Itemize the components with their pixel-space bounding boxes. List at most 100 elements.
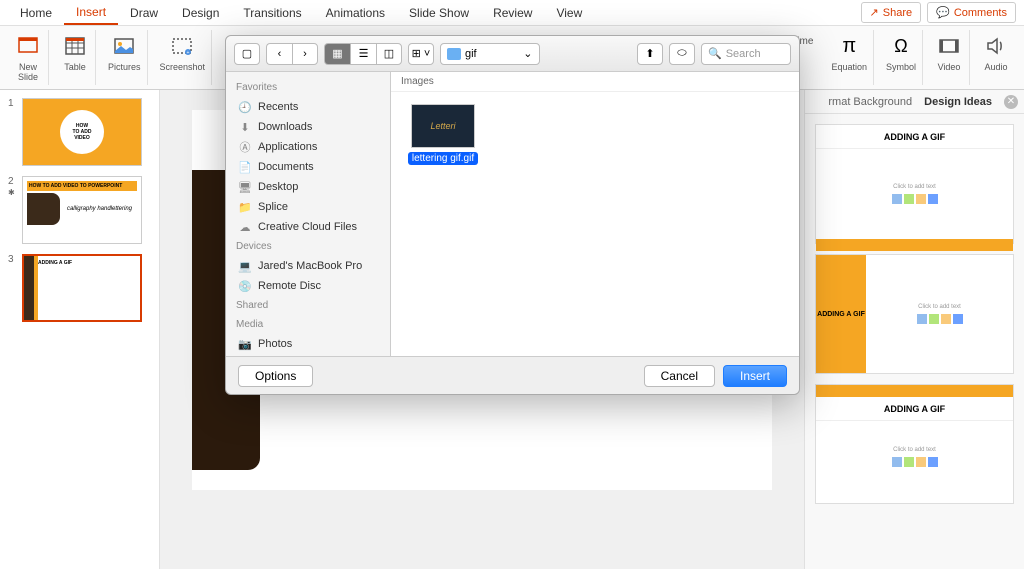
folder-icon — [447, 48, 461, 60]
download-icon: ⬇ — [238, 120, 252, 134]
view-list-button[interactable]: ☰ — [350, 43, 376, 65]
share-button[interactable]: ↗ Share — [861, 2, 922, 23]
slide-number-2: 2✱ — [8, 176, 22, 244]
ribbon-symbol[interactable]: Ω Symbol — [880, 30, 923, 85]
forward-button[interactable]: › — [292, 43, 318, 65]
action-button-1[interactable]: ⬆ — [637, 43, 663, 65]
sidebar-toggle-button[interactable]: ▢ — [234, 43, 260, 65]
laptop-icon: 💻 — [238, 259, 252, 273]
applications-icon: Ⓐ — [238, 140, 252, 154]
sidebar-applications-label: Applications — [258, 141, 317, 153]
menu-animations[interactable]: Animations — [314, 2, 397, 24]
pictures-label: Pictures — [108, 62, 141, 72]
documents-icon: 📄 — [238, 160, 252, 174]
table-icon — [61, 32, 89, 60]
sidebar-item-photos[interactable]: 📷Photos — [226, 334, 390, 354]
action-button-2[interactable]: ⬭ — [669, 43, 695, 65]
screenshot-icon: + — [168, 32, 196, 60]
tab-format-background[interactable]: rmat Background — [828, 96, 912, 108]
comments-button[interactable]: 💬 Comments — [927, 2, 1016, 23]
sidebar-item-desktop[interactable]: 🖥Desktop — [226, 177, 390, 197]
sidebar-remote-disc-label: Remote Disc — [258, 280, 321, 292]
back-button[interactable]: ‹ — [266, 43, 292, 65]
menu-transitions[interactable]: Transitions — [231, 2, 313, 24]
equation-icon: π — [835, 32, 863, 60]
file-picker-dialog: ▢ ‹ › ▦ ☰ ◫ ⊞ ˅ gif ⌄ ⬆ ⬭ 🔍 Search Favor… — [225, 35, 800, 395]
insert-button[interactable]: Insert — [723, 365, 787, 387]
favorites-section-label: Favorites — [226, 78, 390, 97]
pictures-icon — [110, 32, 138, 60]
slide-thumb-1[interactable]: HOW TO ADD VIDEO — [22, 98, 142, 166]
dialog-toolbar: ▢ ‹ › ▦ ☰ ◫ ⊞ ˅ gif ⌄ ⬆ ⬭ 🔍 Search — [226, 36, 799, 72]
menu-bar: Home Insert Draw Design Transitions Anim… — [0, 0, 1024, 26]
menu-draw[interactable]: Draw — [118, 2, 170, 24]
suggestion-1-placeholder: Click to add text — [893, 184, 936, 190]
file-item-lettering-gif[interactable]: Letteri lettering gif.gif — [403, 104, 483, 165]
path-label: gif — [465, 48, 477, 60]
tab-design-ideas[interactable]: Design Ideas — [924, 96, 992, 108]
menu-slideshow[interactable]: Slide Show — [397, 2, 481, 24]
sidebar-item-downloads[interactable]: ⬇Downloads — [226, 117, 390, 137]
sidebar-item-applications[interactable]: Ⓐ Applications — [226, 137, 390, 157]
slide-thumb-2[interactable]: HOW TO ADD VIDEO TO POWERPOINT calligrap… — [22, 176, 142, 244]
comment-icon: 💬 — [936, 6, 950, 19]
menu-insert[interactable]: Insert — [64, 1, 118, 25]
menu-review[interactable]: Review — [481, 2, 544, 24]
close-panel-button[interactable]: ✕ — [1004, 95, 1018, 109]
table-label: Table — [64, 62, 86, 72]
ribbon-table[interactable]: Table — [55, 30, 96, 85]
menu-home[interactable]: Home — [8, 2, 64, 24]
search-placeholder: Search — [726, 48, 761, 60]
group-button[interactable]: ⊞ ˅ — [408, 43, 434, 65]
symbol-icon: Ω — [887, 32, 915, 60]
ribbon-audio[interactable]: Audio — [976, 30, 1016, 85]
dialog-sidebar: Favorites 🕘Recents ⬇Downloads Ⓐ Applicati… — [226, 72, 391, 356]
desktop-icon: 🖥 — [238, 180, 252, 194]
path-dropdown[interactable]: gif ⌄ — [440, 43, 540, 65]
sidebar-recents-label: Recents — [258, 101, 298, 113]
sidebar-item-splice[interactable]: 📁Splice — [226, 197, 390, 217]
ribbon-pictures[interactable]: Pictures — [102, 30, 148, 85]
file-name-label: lettering gif.gif — [408, 152, 478, 165]
search-field[interactable]: 🔍 Search — [701, 43, 791, 65]
menu-design[interactable]: Design — [170, 2, 231, 24]
sidebar-item-macbook[interactable]: 💻 Jared's MacBook Pro — [226, 256, 390, 276]
design-suggestion-2[interactable]: ADDING A GIF Click to add text — [815, 254, 1014, 374]
sidebar-cc-label: Creative Cloud Files — [258, 221, 357, 233]
sidebar-photos-label: Photos — [258, 338, 292, 350]
suggestion-3-placeholder: Click to add text — [893, 447, 936, 453]
slide-3-title: ADDING A GIF — [24, 256, 140, 270]
menu-view[interactable]: View — [544, 2, 594, 24]
slide-number-1: 1 — [8, 98, 22, 166]
cancel-button[interactable]: Cancel — [644, 365, 715, 387]
equation-label: Equation — [831, 62, 867, 72]
disc-icon: 💿 — [238, 279, 252, 293]
new-slide-label: New Slide — [18, 62, 38, 82]
shared-section-label: Shared — [226, 296, 390, 315]
new-slide-icon — [14, 32, 42, 60]
view-columns-button[interactable]: ◫ — [376, 43, 402, 65]
audio-icon — [982, 32, 1010, 60]
sidebar-item-remote-disc[interactable]: 💿 Remote Disc — [226, 276, 390, 296]
sidebar-item-creative-cloud[interactable]: ☁Creative Cloud Files — [226, 217, 390, 237]
view-icons-button[interactable]: ▦ — [324, 43, 350, 65]
sidebar-item-documents[interactable]: 📄 Documents — [226, 157, 390, 177]
sidebar-item-recents[interactable]: 🕘Recents — [226, 97, 390, 117]
sidebar-splice-label: Splice — [258, 201, 288, 213]
slide-thumb-3[interactable]: ADDING A GIF — [22, 254, 142, 322]
suggestion-2-title: ADDING A GIF — [816, 255, 866, 373]
design-suggestion-1[interactable]: ADDING A GIF Click to add text — [815, 124, 1014, 244]
ribbon-equation[interactable]: π Equation — [825, 30, 874, 85]
ribbon-video[interactable]: Video — [929, 30, 970, 85]
sidebar-documents-label: Documents — [258, 161, 314, 173]
design-suggestion-3[interactable]: ADDING A GIF Click to add text — [815, 384, 1014, 504]
ribbon-new-slide[interactable]: New Slide — [8, 30, 49, 85]
symbol-label: Symbol — [886, 62, 916, 72]
options-button[interactable]: Options — [238, 365, 313, 387]
video-icon — [935, 32, 963, 60]
slide-panel: 1 HOW TO ADD VIDEO 2✱ HOW TO ADD VIDEO T… — [0, 90, 160, 569]
devices-section-label: Devices — [226, 237, 390, 256]
ribbon-screenshot[interactable]: + Screenshot — [154, 30, 213, 85]
sidebar-macbook-label: Jared's MacBook Pro — [258, 260, 362, 272]
suggestion-2-placeholder: Click to add text — [918, 304, 961, 310]
